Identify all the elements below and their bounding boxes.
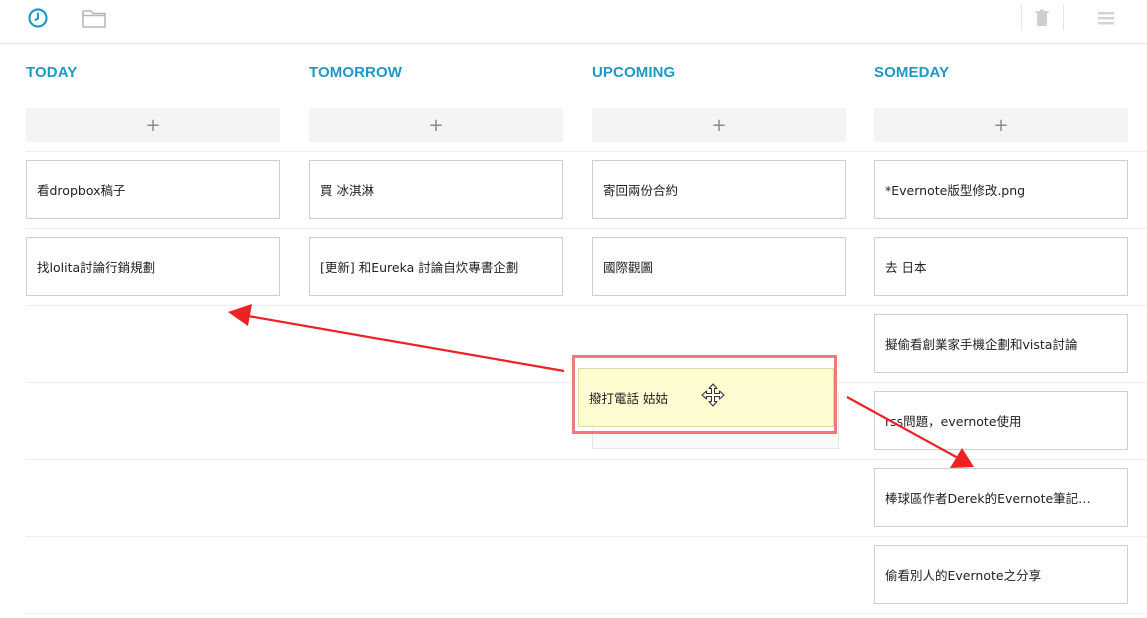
row-divider (26, 613, 1147, 614)
trash-icon[interactable] (1028, 4, 1056, 32)
arrow-to-today (228, 304, 565, 373)
task-card[interactable]: 擬偷看創業家手機企劃和vista討論 (874, 314, 1128, 373)
menu-icon[interactable] (1092, 4, 1120, 32)
task-card[interactable]: 找lolita討論行銷規劃 (26, 237, 280, 296)
task-label: 撥打電話 姑姑 (589, 391, 668, 406)
column-title: UPCOMING (592, 64, 676, 81)
row-divider (26, 536, 1147, 537)
task-card[interactable]: 看dropbox稿子 (26, 160, 280, 219)
task-card[interactable]: 買 冰淇淋 (309, 160, 563, 219)
row-divider (26, 305, 1147, 306)
move-cursor-icon (700, 382, 726, 408)
task-card[interactable]: 寄回兩份合約 (592, 160, 846, 219)
top-toolbar (0, 0, 1147, 44)
task-label: [更新] 和Eureka 討論自炊專書企劃 (320, 260, 519, 275)
row-divider (26, 228, 1147, 229)
task-card[interactable]: 棒球區作者Derek的Evernote筆記… (874, 468, 1128, 527)
column-title: SOMEDAY (874, 64, 950, 81)
task-label: 買 冰淇淋 (320, 183, 374, 198)
add-task-button[interactable]: + (874, 108, 1128, 142)
task-card[interactable]: rss問題，evernote使用 (874, 391, 1128, 450)
task-label: 去 日本 (885, 260, 927, 275)
task-card[interactable]: 國際觀圖 (592, 237, 846, 296)
task-label: rss問題，evernote使用 (885, 414, 1022, 429)
column-title: TOMORROW (309, 64, 403, 81)
clock-icon[interactable] (24, 4, 52, 32)
task-label: 擬偷看創業家手機企劃和vista討論 (885, 337, 1078, 352)
task-label: 國際觀圖 (603, 260, 654, 275)
task-card[interactable]: [更新] 和Eureka 討論自炊專書企劃 (309, 237, 563, 296)
add-task-button[interactable]: + (309, 108, 563, 142)
task-label: 找lolita討論行銷規劃 (37, 260, 156, 275)
task-label: 寄回兩份合約 (603, 183, 679, 198)
toolbar-divider (1021, 4, 1022, 30)
task-card[interactable]: 偷看別人的Evernote之分享 (874, 545, 1128, 604)
task-card[interactable]: 去 日本 (874, 237, 1128, 296)
add-task-button[interactable]: + (26, 108, 280, 142)
task-label: 看dropbox稿子 (37, 183, 126, 198)
row-divider (26, 459, 1147, 460)
task-card[interactable]: *Evernote版型修改.png (874, 160, 1128, 219)
row-divider (26, 151, 1147, 152)
add-task-button[interactable]: + (592, 108, 846, 142)
task-label: *Evernote版型修改.png (885, 183, 1026, 198)
column-title: TODAY (26, 64, 78, 81)
toolbar-divider (1063, 4, 1064, 30)
task-label: 偷看別人的Evernote之分享 (885, 568, 1042, 583)
folder-icon[interactable] (80, 4, 108, 32)
task-label: 棒球區作者Derek的Evernote筆記… (885, 491, 1091, 506)
